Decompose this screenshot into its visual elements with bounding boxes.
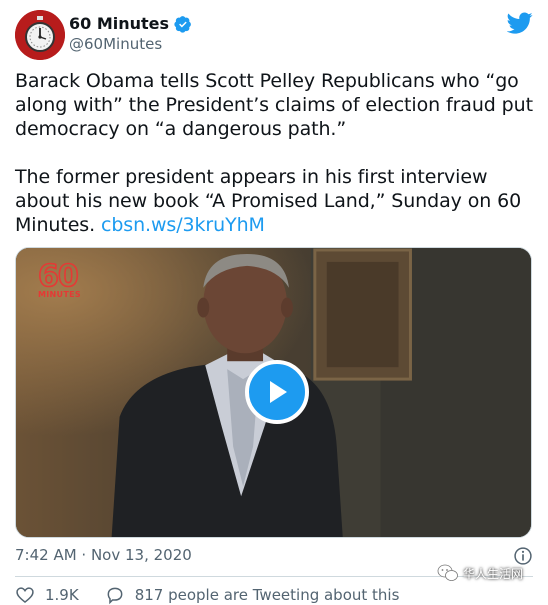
- tweet-actions: 1.9K 817 people are Tweeting about this: [15, 585, 425, 605]
- tweet-paragraph-text: The former president appears in his firs…: [15, 166, 522, 236]
- wechat-icon: [437, 564, 458, 581]
- watermark-text: 华人生活网: [463, 566, 524, 581]
- stopwatch-icon: [15, 10, 65, 60]
- twitter-bird-icon[interactable]: [507, 10, 533, 36]
- logo-number: 60: [37, 259, 79, 294]
- tweet-card: 60 Minutes @60Minutes Barack Obama tells…: [0, 0, 548, 605]
- tweet-paragraph: Barack Obama tells Scott Pelley Republic…: [15, 70, 533, 140]
- chat-bubble-icon: [107, 587, 123, 605]
- account-handle[interactable]: @60Minutes: [69, 35, 162, 53]
- display-name-text[interactable]: 60 Minutes: [69, 14, 169, 33]
- video-thumbnail[interactable]: 60 MINUTES: [15, 247, 532, 538]
- verified-badge-icon: [174, 15, 191, 33]
- tweet-paragraph: The former president appears in his firs…: [15, 165, 535, 237]
- tweet-text: Barack Obama tells Scott Pelley Republic…: [15, 69, 535, 237]
- conversation-button[interactable]: 817 people are Tweeting about this: [105, 585, 400, 605]
- conversation-text: 817 people are Tweeting about this: [134, 586, 400, 604]
- sixty-minutes-logo: 60 MINUTES: [37, 259, 92, 299]
- tweet-link[interactable]: cbsn.ws/3kruYhM: [101, 214, 265, 236]
- play-button[interactable]: [245, 360, 309, 424]
- avatar[interactable]: [15, 10, 65, 60]
- like-button[interactable]: 1.9K: [15, 585, 79, 605]
- logo-word: MINUTES: [38, 290, 81, 299]
- like-count: 1.9K: [45, 586, 79, 604]
- tweet-timestamp[interactable]: 7:42 AM · Nov 13, 2020: [15, 546, 192, 564]
- watermark: 华人生活网: [437, 564, 523, 582]
- display-name[interactable]: 60 Minutes: [69, 14, 192, 33]
- heart-icon: [16, 587, 34, 604]
- info-icon[interactable]: [513, 546, 533, 566]
- play-icon: [270, 381, 287, 403]
